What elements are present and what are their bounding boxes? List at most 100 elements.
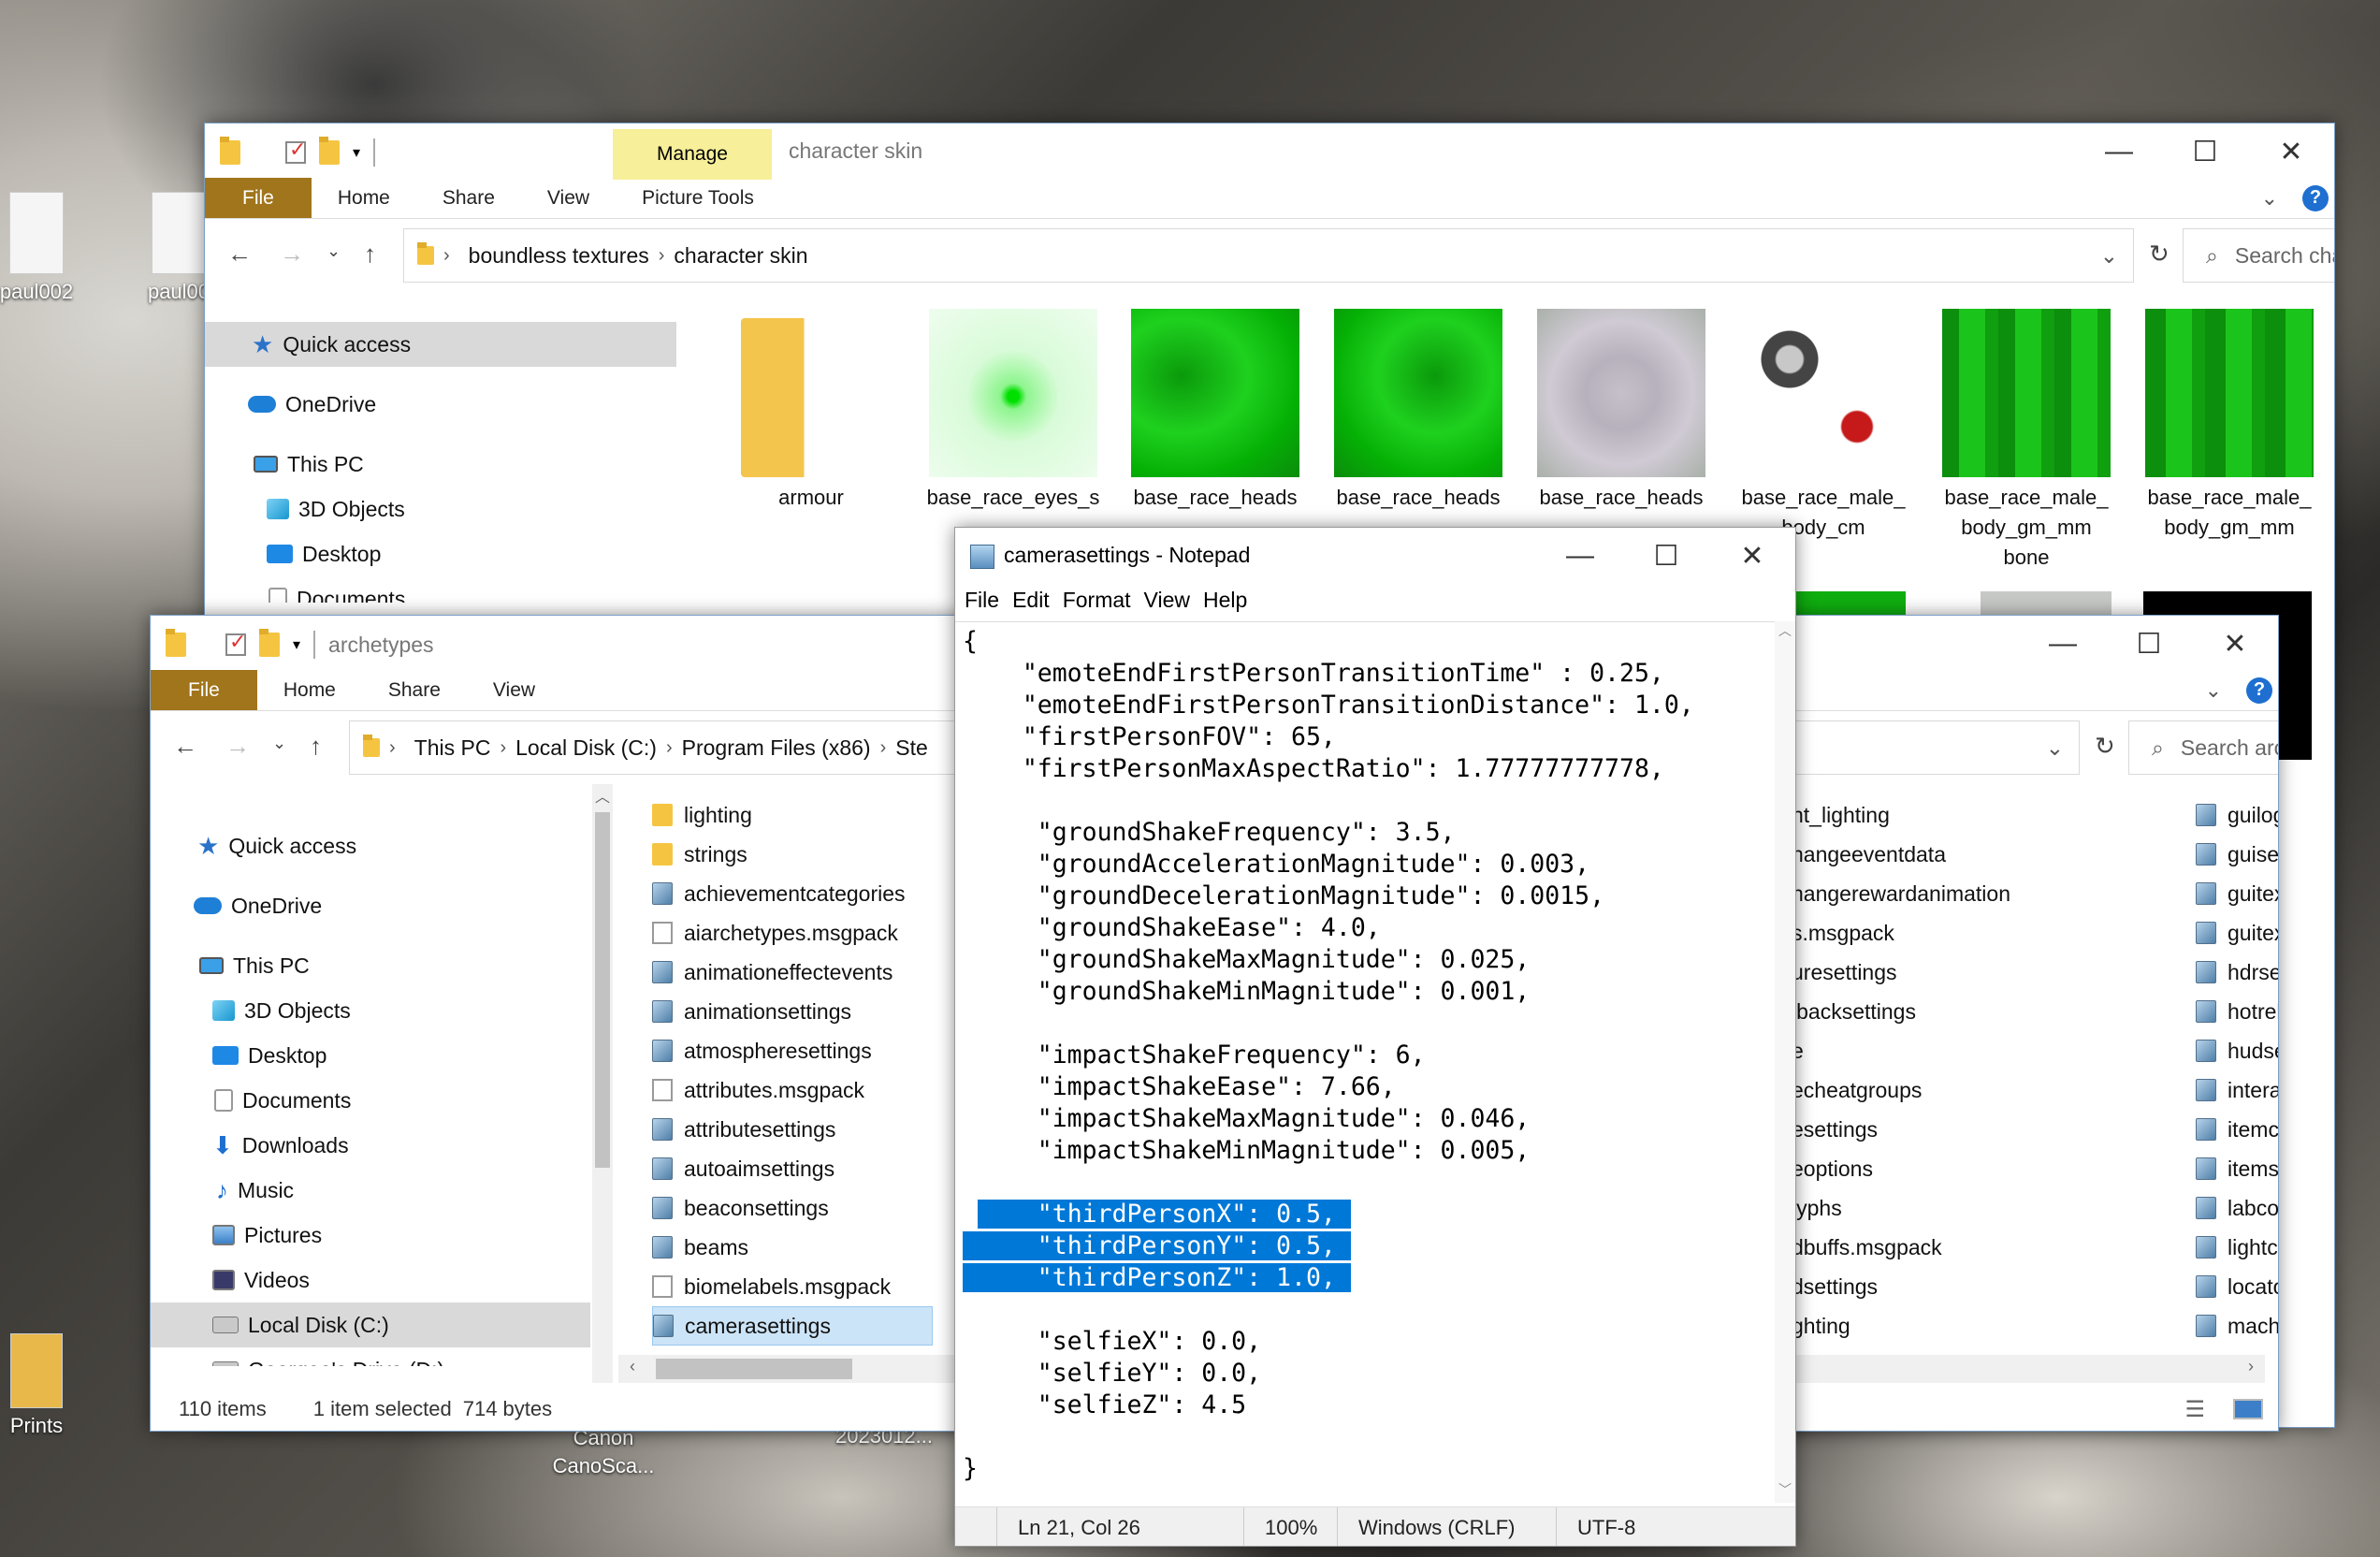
desktop-icon-canon[interactable]: Canon CanoSca... — [543, 1424, 664, 1480]
scroll-right-icon[interactable]: › — [2248, 1357, 2254, 1376]
list-item[interactable]: guisettings — [2196, 835, 2278, 874]
file-tile[interactable]: base_race_heads — [1122, 309, 1309, 513]
new-folder-icon[interactable] — [259, 629, 280, 657]
list-item[interactable]: itemsettings — [2196, 1149, 2278, 1188]
tab-share[interactable]: Share — [416, 178, 521, 218]
nav-onedrive[interactable]: OneDrive — [151, 883, 590, 928]
list-item[interactable]: hotreloadsettings — [2196, 992, 2278, 1031]
list-item[interactable]: animationsettings — [652, 992, 933, 1031]
list-item[interactable]: labcolors — [2196, 1188, 2278, 1228]
list-item[interactable]: animationeffectevents — [652, 953, 933, 992]
list-item[interactable]: beaconsettings — [652, 1188, 933, 1228]
file-tile[interactable]: base_race_eyes_s — [920, 309, 1107, 513]
list-item[interactable]: eoptions — [1792, 1149, 2177, 1188]
list-item[interactable]: machinecraftingsettings — [2196, 1306, 2278, 1346]
large-icons-view-icon[interactable] — [2233, 1399, 2263, 1419]
menu-file[interactable]: File — [965, 588, 999, 613]
list-item[interactable]: uresettings — [1792, 953, 2177, 992]
nav-downloads[interactable]: ⬇ Downloads — [151, 1123, 590, 1168]
list-item[interactable]: s.msgpack — [1792, 913, 2177, 953]
nav-3d-objects[interactable]: 3D Objects — [205, 487, 676, 531]
file-tile[interactable]: base_race_male_ body_cm — [1730, 309, 1917, 543]
manage-context-tab[interactable]: Manage — [613, 129, 772, 180]
list-item[interactable]: attributesettings — [652, 1110, 933, 1149]
maximize-button[interactable]: ☐ — [2106, 616, 2192, 672]
list-item[interactable]: interactionsettings — [2196, 1070, 2278, 1110]
desktop-icon-prints[interactable]: Prints — [0, 1333, 97, 1438]
nav-georgeo-drive[interactable]: Georgeo's Drive (D:) — [151, 1347, 590, 1366]
close-button[interactable]: ✕ — [2248, 124, 2334, 180]
list-item[interactable]: attributes.msgpack — [652, 1070, 933, 1110]
nav-this-pc[interactable]: This PC — [151, 943, 590, 988]
list-item[interactable]: dsettings — [1792, 1267, 2177, 1306]
customize-qat-icon[interactable]: ▾ — [293, 635, 300, 654]
breadcrumb-steam[interactable]: Ste — [895, 735, 928, 761]
menu-format[interactable]: Format — [1063, 588, 1131, 613]
up-arrow-icon[interactable]: ↑ — [364, 240, 376, 269]
nav-this-pc[interactable]: This PC — [205, 442, 676, 487]
list-item[interactable]: hangerewardanimation — [1792, 874, 2177, 913]
recent-chevron-icon[interactable]: ⌄ — [327, 241, 341, 261]
address-bar[interactable]: › boundless textures › character skin ⌄ — [403, 228, 2134, 283]
list-item[interactable]: autoaimsettings — [652, 1149, 933, 1188]
scroll-thumb[interactable] — [595, 812, 610, 1168]
nav-documents[interactable]: Documents — [205, 576, 676, 603]
tab-picture-tools[interactable]: Picture Tools — [616, 178, 780, 218]
list-item[interactable]: lyphs — [1792, 1188, 2177, 1228]
notepad-window[interactable]: camerasettings - Notepad — ☐ ✕ File Edit… — [954, 527, 1796, 1547]
list-item[interactable]: ghting — [1792, 1306, 2177, 1346]
menu-edit[interactable]: Edit — [1012, 588, 1050, 613]
search-box[interactable]: ⌕ Search archetypes — [2128, 720, 2278, 775]
chevron-down-icon[interactable]: ⌄ — [2261, 186, 2278, 211]
maximize-button[interactable]: ☐ — [2162, 124, 2248, 180]
tab-file[interactable]: File — [205, 178, 312, 218]
list-item[interactable]: lightcubesettings — [2196, 1228, 2278, 1267]
properties-icon[interactable] — [225, 630, 246, 656]
help-icon[interactable]: ? — [2302, 184, 2329, 211]
scroll-thumb[interactable] — [656, 1359, 852, 1379]
list-item[interactable]: e — [1792, 1031, 2177, 1070]
address-dropdown-icon[interactable]: ⌄ — [2046, 735, 2064, 761]
file-tile[interactable]: armour — [718, 309, 905, 513]
list-item[interactable]: biomelabels.msgpack — [652, 1267, 933, 1306]
maximize-button[interactable]: ☐ — [1623, 528, 1709, 584]
nav-desktop[interactable]: Desktop — [205, 531, 676, 576]
list-item[interactable]: achievementcategories — [652, 874, 933, 913]
minimize-button[interactable]: — — [1537, 528, 1623, 584]
address-dropdown-icon[interactable]: ⌄ — [2100, 243, 2118, 269]
file-tile[interactable]: base_race_heads — [1325, 309, 1512, 513]
nav-desktop[interactable]: Desktop — [151, 1033, 590, 1078]
properties-icon[interactable] — [285, 138, 306, 164]
nav-music[interactable]: ♪ Music — [151, 1168, 590, 1213]
menu-help[interactable]: Help — [1203, 588, 1247, 613]
close-button[interactable]: ✕ — [1709, 528, 1795, 584]
list-item[interactable]: aiarchetypes.msgpack — [652, 913, 933, 953]
breadcrumb-this-pc[interactable]: This PC — [414, 735, 491, 761]
back-arrow-icon[interactable]: ← — [227, 240, 252, 269]
nav-quick-access[interactable]: ★ Quick access — [205, 322, 676, 367]
refresh-icon[interactable]: ↻ — [2095, 732, 2115, 761]
list-item[interactable]: guitextstyles — [2196, 913, 2278, 953]
list-item[interactable]: strings — [652, 835, 933, 874]
list-item[interactable]: itemcolorstrings — [2196, 1110, 2278, 1149]
list-item[interactable]: nt_lighting — [1792, 795, 2177, 835]
refresh-icon[interactable]: ↻ — [2149, 240, 2170, 269]
list-item[interactable]: esettings — [1792, 1110, 2177, 1149]
minimize-button[interactable]: — — [2020, 616, 2106, 672]
tab-view[interactable]: View — [467, 670, 561, 710]
list-item[interactable]: lighting — [652, 795, 933, 835]
nav-videos[interactable]: Videos — [151, 1258, 590, 1302]
menu-view[interactable]: View — [1144, 588, 1190, 613]
scroll-up-icon[interactable]: ︿ — [1775, 621, 1795, 640]
back-arrow-icon[interactable]: ← — [173, 732, 197, 761]
customize-qat-icon[interactable]: ▾ — [353, 143, 360, 162]
list-item[interactable]: hangeeventdata — [1792, 835, 2177, 874]
scroll-up-icon[interactable]: ︿ — [592, 784, 613, 807]
desktop-icon-paul002[interactable]: paul002 — [0, 192, 97, 304]
help-icon[interactable]: ? — [2246, 677, 2272, 704]
close-button[interactable]: ✕ — [2192, 616, 2278, 672]
tab-file[interactable]: File — [151, 670, 257, 710]
list-item[interactable]: locatortemplates — [2196, 1267, 2278, 1306]
file-tile[interactable]: base_race_heads — [1528, 309, 1715, 513]
list-item[interactable]: guitexticons — [2196, 874, 2278, 913]
